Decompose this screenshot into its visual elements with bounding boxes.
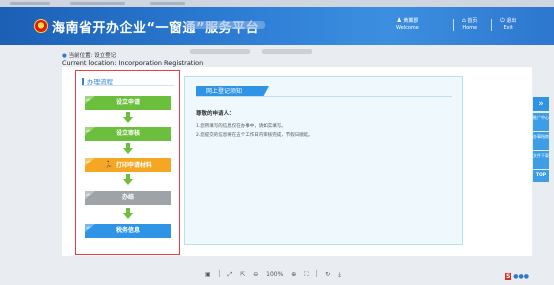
browser-tab-strip	[0, 0, 554, 7]
zoom-in-icon[interactable]: ⊕	[291, 271, 296, 278]
toolbar-divider	[316, 270, 318, 277]
step-tag: step	[85, 158, 95, 166]
down-arrow-icon	[123, 174, 133, 185]
viewer-toolbar: ▣ ⤢ ⇱ ⊖ 100% ⊕ ⛶ ↻ ⤓	[205, 270, 347, 280]
home-icon: ⌂	[462, 17, 466, 24]
step-completed[interactable]: step 办结	[85, 191, 171, 205]
exit-label-zh: 退出	[506, 18, 517, 24]
nav-divider	[453, 19, 454, 31]
home-label-zh: 首页	[467, 18, 478, 24]
blurred-text	[262, 49, 312, 54]
home-link[interactable]: ⌂ 首页 Home	[462, 17, 477, 32]
step-label: 税务信息	[115, 227, 140, 234]
power-icon: ⏻	[500, 17, 505, 24]
promotion-center-button[interactable]: 推广中心	[533, 113, 549, 131]
user-name: 黄翼郡	[403, 18, 419, 24]
toolbar-divider	[218, 270, 220, 277]
blurred-text	[190, 49, 250, 54]
notice-line: 1.您所填写的信息仅在办事中，请如实填写。	[196, 124, 286, 129]
step-tag: step	[85, 96, 95, 104]
step-print-materials[interactable]: step 🏃 打印申请材料	[85, 158, 171, 172]
step-tag: step	[85, 127, 95, 135]
home-label-en: Home	[462, 25, 478, 31]
title-bar-icon	[82, 78, 84, 85]
side-label: 推广中心	[533, 115, 549, 120]
exit-label-en: Exit	[503, 25, 513, 31]
user-icon: ♟	[396, 17, 402, 24]
expand-icon[interactable]: ⇱	[240, 271, 245, 278]
walking-person-icon: 🏃	[104, 161, 113, 169]
collapse-sidebar-button[interactable]: »	[533, 97, 549, 111]
welcome-label: Welcome	[396, 25, 419, 31]
side-label: 文件下载	[533, 153, 549, 158]
blurred-banner-text	[185, 21, 265, 29]
tray-icons: ●●●	[513, 273, 529, 280]
step-incorporation-review[interactable]: step 设立审核	[85, 127, 171, 141]
notice-line: 2.您提交的信息将在五个工作日内审核完成，节假日顺延。	[196, 133, 313, 138]
site-header: 海南省开办企业“一窗通”服务平台 ♟ 黄翼郡 Welcome ⌂ 首页 Home…	[0, 7, 554, 45]
save-icon[interactable]: ▣	[205, 271, 211, 278]
blurred-tab	[10, 2, 50, 5]
zoom-out-icon[interactable]: ⊖	[253, 271, 258, 278]
exit-link[interactable]: ⏻ 退出 Exit	[500, 17, 516, 32]
zoom-level: 100%	[266, 271, 284, 278]
nav-divider	[491, 19, 492, 31]
blurred-tab	[70, 2, 125, 5]
notice-greeting: 尊敬的申请人：	[196, 111, 235, 117]
input-method-icon[interactable]: S	[505, 273, 512, 280]
user-welcome: ♟ 黄翼郡 Welcome	[396, 17, 419, 32]
down-arrow-icon	[123, 208, 133, 219]
file-download-button[interactable]: 文件下载	[533, 151, 549, 169]
step-label: 设立申请	[115, 99, 140, 106]
step-tag: step	[85, 191, 95, 199]
step-tax-info[interactable]: step 税务信息	[85, 224, 171, 238]
download-icon[interactable]: ⤓	[338, 271, 341, 279]
system-tray: S ●●●	[505, 273, 529, 280]
down-arrow-icon	[123, 143, 133, 154]
side-label: 办事指南	[533, 134, 549, 139]
breadcrumb: ● 当前位置: 设立登记	[62, 51, 116, 59]
blurred-tab	[150, 2, 185, 5]
down-arrow-icon	[123, 112, 133, 123]
step-incorporation-application[interactable]: step 设立申请	[85, 96, 171, 110]
divider	[82, 85, 174, 86]
step-label: 打印申请材料	[115, 162, 152, 169]
step-tag: step	[85, 224, 95, 232]
service-guide-button[interactable]: 办事指南	[533, 132, 549, 150]
breadcrumb-en: Current location: Incorporation Registra…	[62, 59, 204, 67]
fullscreen-icon[interactable]: ⛶	[304, 271, 308, 279]
process-flow-panel: 办理流程 step 设立申请 step 设立审核 step 🏃 打印申请材料 st…	[75, 70, 180, 255]
national-emblem-icon	[34, 19, 48, 33]
step-label: 设立审核	[115, 130, 140, 137]
fit-screen-icon[interactable]: ⤢	[228, 271, 233, 279]
back-to-top-button[interactable]: TOP	[533, 170, 549, 182]
divider	[196, 96, 452, 97]
step-label: 办结	[121, 194, 134, 201]
registration-notice-panel: 网上登记须知 尊敬的申请人： 1.您所填写的信息仅在办事中，请如实填写。 2.您…	[184, 76, 463, 245]
rotate-icon[interactable]: ↻	[325, 271, 330, 278]
